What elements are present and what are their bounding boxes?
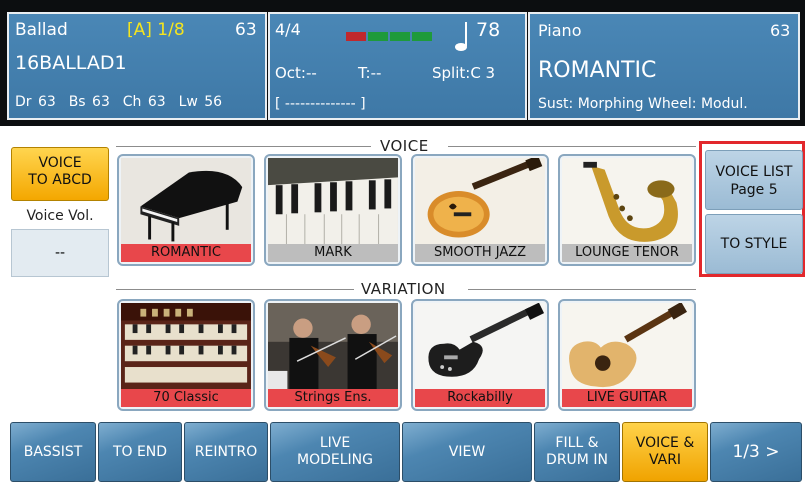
saxophone-icon (562, 158, 692, 246)
electric-guitar-icon (415, 303, 545, 391)
voice-list-button[interactable]: VOICE LIST Page 5 (705, 150, 803, 210)
page-next-button[interactable]: 1/3 > (710, 422, 802, 482)
quarter-note-icon (455, 22, 467, 51)
style-file-name: 16BALLAD1 (15, 52, 127, 74)
status-header: Ballad [A] 1/8 63 16BALLAD1 Dr 63 Bs 63 … (0, 0, 805, 126)
variation-card-strings-ens[interactable]: Strings Ens. (264, 299, 402, 411)
to-style-button[interactable]: TO STYLE (705, 214, 803, 274)
voice-card-lounge-tenor[interactable]: LOUNGE TENOR (558, 154, 696, 266)
organ-icon (121, 303, 251, 391)
fill-drum-in-button[interactable]: FILL & DRUM IN (534, 422, 620, 482)
variation-card-label: LIVE GUITAR (562, 389, 692, 407)
voice-vol-value[interactable]: -- (11, 229, 109, 277)
variation-card-label: Rockabilly (415, 389, 545, 407)
variation-card-live-guitar[interactable]: LIVE GUITAR (558, 299, 696, 411)
voice-card-label: LOUNGE TENOR (562, 244, 692, 262)
voice-card-label: SMOOTH JAZZ (415, 244, 545, 262)
voice-card-smooth-jazz[interactable]: SMOOTH JAZZ (411, 154, 549, 266)
variation-card-label: 70 Classic (121, 389, 251, 407)
style-panel[interactable]: Ballad [A] 1/8 63 16BALLAD1 Dr 63 Bs 63 … (7, 12, 267, 120)
voice-vol-label: Voice Vol. (26, 208, 94, 224)
voice-card-label: MARK (268, 244, 398, 262)
voice-section-title: VOICE (380, 137, 429, 155)
voice-panel[interactable]: Piano 63 ROMANTIC Sust: Morphing Wheel: … (528, 12, 800, 120)
voice-card-mark[interactable]: MARK (264, 154, 402, 266)
voice-divider-left (116, 146, 371, 147)
variation-card-label: Strings Ens. (268, 389, 398, 407)
octave-value: Oct:-- (275, 64, 317, 82)
beat-led (346, 32, 366, 41)
to-end-button[interactable]: TO END (98, 422, 182, 482)
transpose-value: T:-- (358, 64, 382, 82)
voice-card-label: ROMANTIC (121, 244, 251, 262)
style-parts-volume: Dr 63 Bs 63 Ch 63 Lw 56 (15, 94, 223, 110)
voice-category: Piano (538, 21, 582, 40)
acoustic-guitar-icon (562, 303, 692, 391)
variation-section-title: VARIATION (361, 280, 446, 298)
variation-card-rockabilly[interactable]: Rockabilly (411, 299, 549, 411)
tempo-value[interactable]: 78 (476, 19, 500, 41)
voice-divider-right (448, 146, 696, 147)
live-modeling-button[interactable]: LIVE MODELING (270, 422, 400, 482)
style-volume: 63 (235, 20, 257, 40)
beat-led (412, 32, 432, 41)
grand-piano-icon (121, 158, 251, 246)
voice-volume: 63 (770, 21, 791, 40)
beat-led (390, 32, 410, 41)
electric-piano-icon (268, 158, 398, 246)
style-name: Ballad (15, 20, 68, 40)
voice-to-abcd-button[interactable]: VOICE TO ABCD (11, 147, 109, 201)
beat-meter (346, 32, 432, 41)
performance-panel: 4/4 78 Oct:-- T:-- Split:C 3 [ ---------… (268, 12, 527, 120)
voice-vari-button[interactable]: VOICE & VARI (622, 422, 708, 482)
time-signature: 4/4 (275, 20, 301, 39)
reintro-button[interactable]: REINTRO (184, 422, 268, 482)
view-button[interactable]: VIEW (402, 422, 532, 482)
variation-card-70-classic[interactable]: 70 Classic (117, 299, 255, 411)
chord-display: [ -------------- ] (275, 96, 366, 112)
bassist-button[interactable]: BASSIST (10, 422, 96, 482)
split-value: Split:C 3 (432, 64, 496, 82)
variation-divider-right (468, 289, 696, 290)
style-section: [A] 1/8 (127, 20, 185, 40)
voice-card-romantic[interactable]: ROMANTIC (117, 154, 255, 266)
beat-led (368, 32, 388, 41)
voice-name: ROMANTIC (538, 58, 657, 83)
voice-controls: Sust: Morphing Wheel: Modul. (538, 96, 748, 112)
variation-divider-left (116, 289, 354, 290)
string-ensemble-icon (268, 303, 398, 391)
jazz-guitar-icon (415, 158, 545, 246)
